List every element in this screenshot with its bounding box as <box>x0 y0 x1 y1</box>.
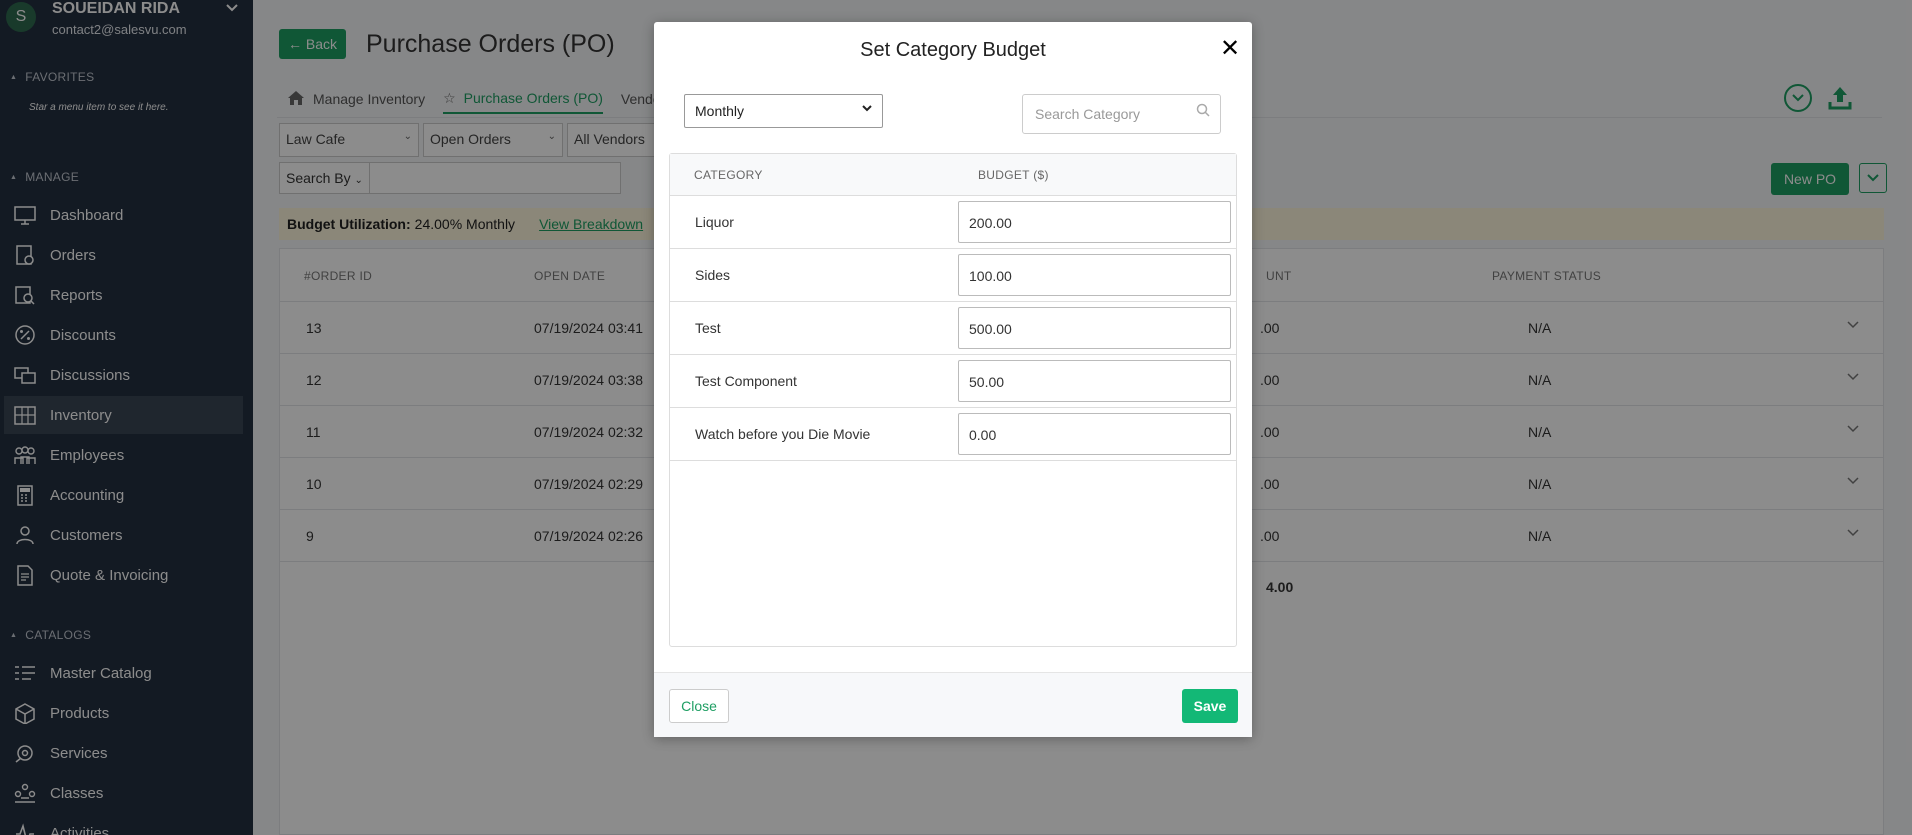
budget-amount-input[interactable]: 0.00 <box>958 413 1231 455</box>
search-icon <box>1196 103 1210 120</box>
budget-amount-input[interactable]: 100.00 <box>958 254 1231 296</box>
budget-row: Sides 100.00 <box>670 249 1236 302</box>
budget-amount-input[interactable]: 500.00 <box>958 307 1231 349</box>
budget-table-header: CATEGORY BUDGET ($) <box>670 154 1236 196</box>
category-name: Sides <box>695 267 731 283</box>
budget-row: Test Component 50.00 <box>670 355 1236 408</box>
column-header-budget: BUDGET ($) <box>978 168 1049 182</box>
modal-footer: Close Save <box>654 672 1252 737</box>
set-category-budget-modal: Set Category Budget ✕ Monthly Search Cat… <box>654 22 1252 737</box>
budget-row: Watch before you Die Movie 0.00 <box>670 408 1236 461</box>
modal-title: Set Category Budget <box>860 39 1046 61</box>
category-name: Liquor <box>695 214 734 230</box>
close-button[interactable]: Close <box>669 689 729 723</box>
save-button[interactable]: Save <box>1182 689 1238 723</box>
search-category-placeholder: Search Category <box>1035 106 1141 122</box>
budget-row: Liquor 200.00 <box>670 196 1236 249</box>
budget-amount-input[interactable]: 200.00 <box>958 201 1231 243</box>
column-header-category: CATEGORY <box>694 168 763 182</box>
budget-row: Test 500.00 <box>670 302 1236 355</box>
category-name: Test <box>695 320 721 336</box>
close-icon[interactable]: ✕ <box>1220 34 1240 63</box>
category-name: Watch before you Die Movie <box>695 426 871 442</box>
chevron-down-icon <box>862 103 872 119</box>
search-category-input[interactable]: Search Category <box>1022 94 1221 134</box>
period-value: Monthly <box>695 103 745 119</box>
category-name: Test Component <box>695 373 797 389</box>
budget-amount-input[interactable]: 50.00 <box>958 360 1231 402</box>
category-budget-table: CATEGORY BUDGET ($) Liquor 200.00 Sides 100… <box>669 153 1237 647</box>
period-select[interactable]: Monthly <box>684 94 883 128</box>
